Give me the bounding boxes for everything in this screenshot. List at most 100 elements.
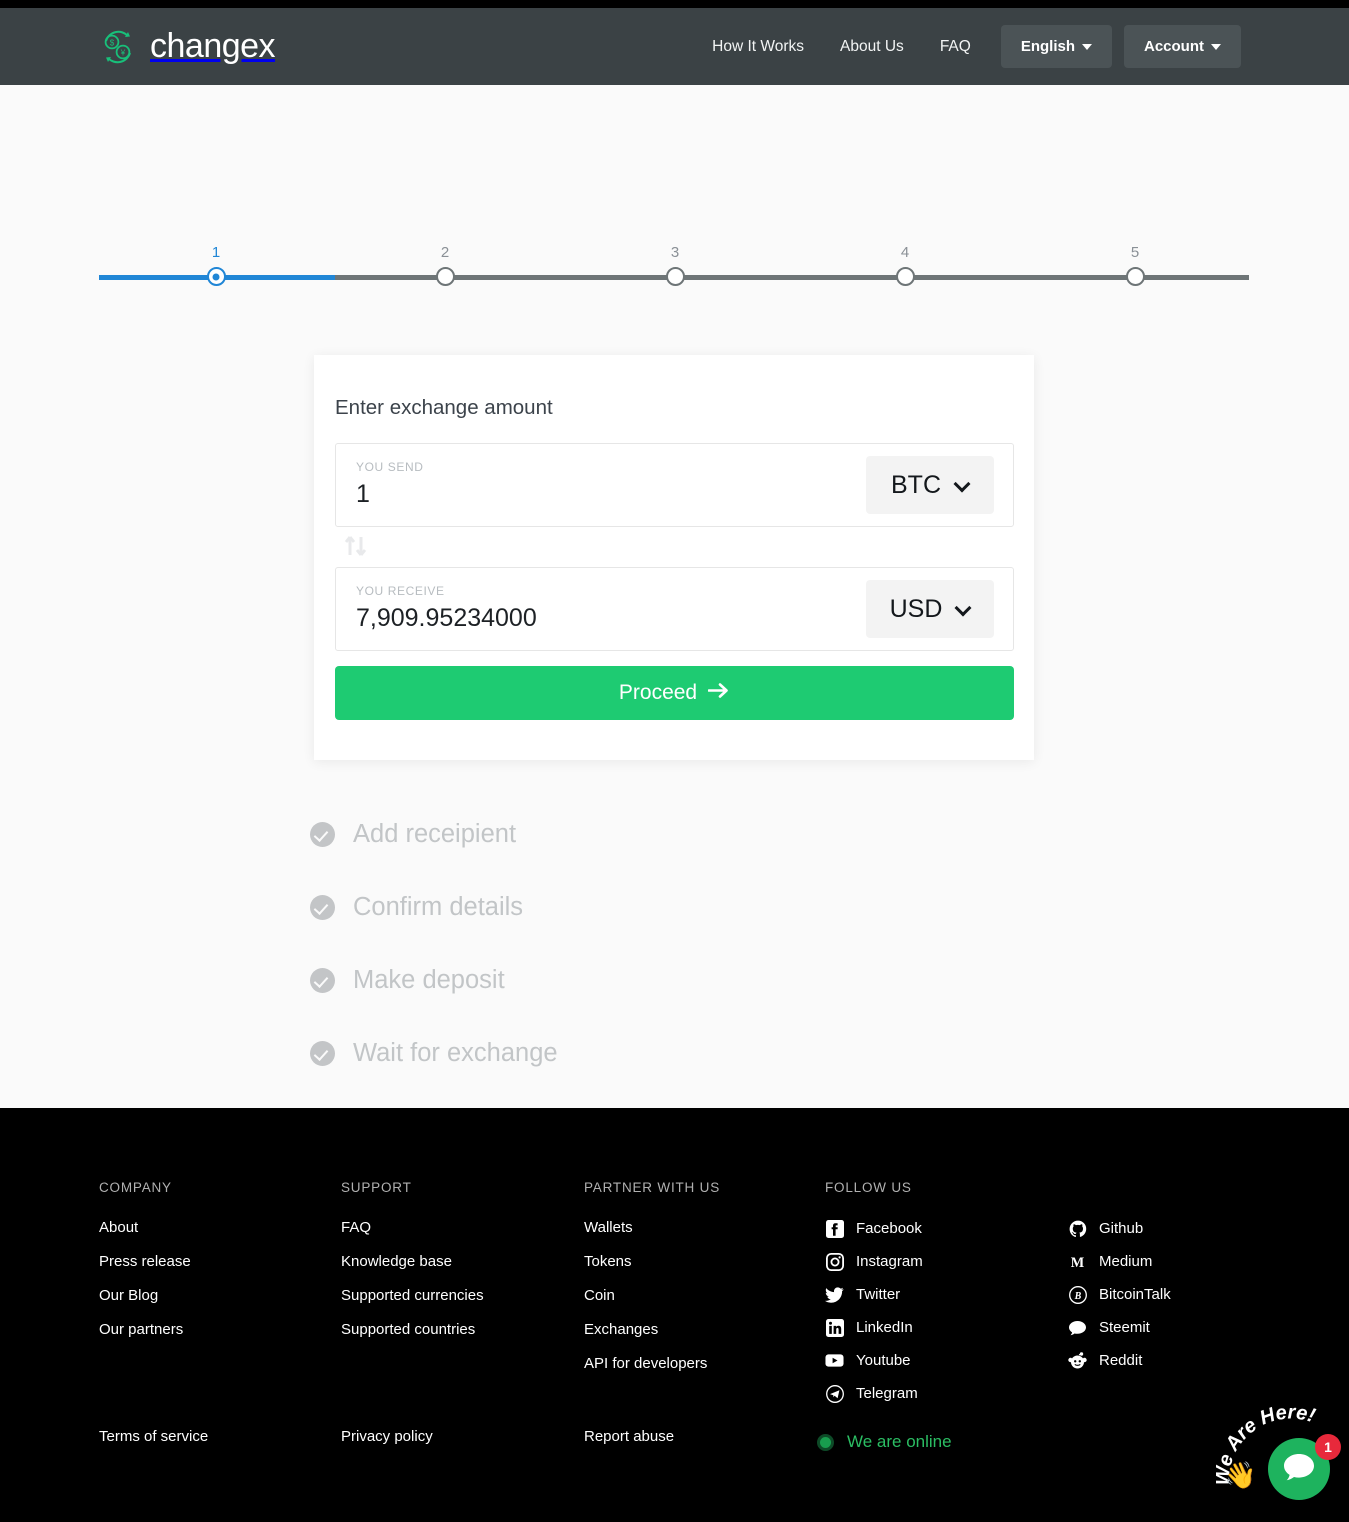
- footer-link-our-blog[interactable]: Our Blog: [99, 1287, 191, 1304]
- social-link-youtube[interactable]: Youtube: [825, 1351, 923, 1370]
- footer-link-supported-countries[interactable]: Supported countries: [341, 1321, 484, 1338]
- social-label: Instagram: [856, 1253, 923, 1270]
- footer-column-follow-us-secondary: Github M Medium B BitcoinTalk Steemit Re…: [1068, 1180, 1171, 1384]
- social-link-facebook[interactable]: Facebook: [825, 1219, 923, 1238]
- social-link-steemit[interactable]: Steemit: [1068, 1318, 1171, 1337]
- nav-link-faq[interactable]: FAQ: [922, 38, 989, 56]
- stepper-step-5-number: 5: [1130, 244, 1140, 261]
- footer-bottom-privacy: Privacy policy: [341, 1428, 433, 1462]
- account-menu-button[interactable]: Account: [1124, 25, 1241, 68]
- waving-hand-icon: 👋: [1224, 1460, 1257, 1490]
- stepper-step-2-number: 2: [440, 244, 450, 261]
- proceed-button[interactable]: Proceed: [335, 666, 1014, 720]
- caret-down-icon: [1082, 43, 1092, 50]
- receive-currency-code: USD: [889, 594, 943, 623]
- footer-link-faq[interactable]: FAQ: [341, 1219, 484, 1236]
- header-nav: How It Works About Us FAQ English Accoun…: [694, 25, 1241, 68]
- you-send-field[interactable]: YOU SEND 1 BTC: [335, 443, 1014, 527]
- social-link-linkedin[interactable]: LinkedIn: [825, 1318, 923, 1337]
- footer-link-supported-currencies[interactable]: Supported currencies: [341, 1287, 484, 1304]
- footer-link-wallets[interactable]: Wallets: [584, 1219, 720, 1236]
- stepper-step-4[interactable]: 4: [885, 245, 925, 286]
- exchange-card: Enter exchange amount YOU SEND 1 BTC YOU…: [314, 355, 1034, 760]
- stepper-step-1[interactable]: 1: [196, 245, 236, 286]
- speech-bubble-icon: [1068, 1318, 1087, 1337]
- stepper-step-5[interactable]: 5: [1115, 245, 1155, 286]
- language-selector-button[interactable]: English: [1000, 25, 1112, 68]
- you-send-input[interactable]: 1: [356, 480, 370, 509]
- svg-text:M: M: [1071, 1255, 1085, 1270]
- send-currency-select[interactable]: BTC: [866, 456, 994, 514]
- social-link-medium[interactable]: M Medium: [1068, 1252, 1171, 1271]
- brand-logo[interactable]: $ ¥ changex: [98, 27, 276, 67]
- footer-heading-company: COMPANY: [99, 1180, 172, 1195]
- bitcoin-icon: B: [1068, 1285, 1087, 1304]
- svg-text:B: B: [1073, 1291, 1081, 1302]
- pending-step-add-receipient: Add receipient: [310, 798, 558, 871]
- swap-vertical-icon[interactable]: [342, 535, 372, 557]
- reddit-icon: [1068, 1351, 1087, 1370]
- youtube-icon: [825, 1351, 844, 1370]
- footer-link-knowledge-base[interactable]: Knowledge base: [341, 1253, 484, 1270]
- svg-text:¥: ¥: [120, 48, 126, 57]
- svg-text:$: $: [110, 38, 115, 47]
- social-link-bitcointalk[interactable]: B BitcoinTalk: [1068, 1285, 1171, 1304]
- social-label: BitcoinTalk: [1099, 1286, 1171, 1303]
- footer-link-about[interactable]: About: [99, 1219, 191, 1236]
- caret-down-icon: [1211, 43, 1221, 50]
- social-link-twitter[interactable]: Twitter: [825, 1285, 923, 1304]
- send-currency-code: BTC: [891, 470, 941, 499]
- github-icon: [1068, 1219, 1087, 1238]
- pending-step-label: Confirm details: [353, 893, 524, 921]
- chat-bubble-icon: [1282, 1452, 1316, 1487]
- social-label: Telegram: [856, 1385, 918, 1402]
- chat-widget[interactable]: We Are Here! 👋 1: [1211, 1398, 1349, 1522]
- footer-link-report-abuse[interactable]: Report abuse: [584, 1428, 674, 1445]
- pending-steps-list: Add receipient Confirm details Make depo…: [310, 798, 558, 1090]
- page-root: $ ¥ changex How It Works About Us FAQ En…: [0, 0, 1349, 1522]
- you-receive-input[interactable]: 7,909.95234000: [356, 604, 537, 633]
- footer-column-partner: PARTNER WITH US Wallets Tokens Coin Exch…: [584, 1180, 720, 1389]
- exchange-coins-icon: $ ¥: [98, 27, 138, 67]
- brand-name: changex: [150, 27, 276, 65]
- footer-link-press-release[interactable]: Press release: [99, 1253, 191, 1270]
- check-circle-icon: [310, 968, 335, 993]
- footer-link-coin[interactable]: Coin: [584, 1287, 720, 1304]
- online-status[interactable]: We are online: [817, 1432, 952, 1452]
- stepper-dot: [665, 267, 685, 286]
- footer-link-exchanges[interactable]: Exchanges: [584, 1321, 720, 1338]
- footer-heading-support: SUPPORT: [341, 1180, 412, 1195]
- social-label: Youtube: [856, 1352, 911, 1369]
- proceed-button-label: Proceed: [618, 681, 698, 704]
- social-link-instagram[interactable]: Instagram: [825, 1252, 923, 1271]
- social-label: Steemit: [1099, 1319, 1150, 1336]
- nav-link-how-it-works[interactable]: How It Works: [694, 38, 822, 56]
- stepper-step-2[interactable]: 2: [425, 245, 465, 286]
- social-link-telegram[interactable]: Telegram: [825, 1384, 923, 1403]
- medium-icon: M: [1068, 1252, 1087, 1271]
- pending-step-make-deposit: Make deposit: [310, 944, 558, 1017]
- footer-heading-partner: PARTNER WITH US: [584, 1180, 721, 1195]
- footer-column-company: COMPANY About Press release Our Blog Our…: [99, 1180, 191, 1355]
- nav-link-about-us[interactable]: About Us: [822, 38, 922, 56]
- social-link-github[interactable]: Github: [1068, 1219, 1171, 1238]
- footer-link-terms-of-service[interactable]: Terms of service: [99, 1428, 208, 1445]
- footer-link-our-partners[interactable]: Our partners: [99, 1321, 191, 1338]
- social-label: Medium: [1099, 1253, 1153, 1270]
- linkedin-icon: [825, 1318, 844, 1337]
- account-menu-label: Account: [1144, 38, 1204, 55]
- footer-link-api-for-developers[interactable]: API for developers: [584, 1355, 720, 1372]
- stepper-step-3[interactable]: 3: [655, 245, 695, 286]
- footer-link-privacy-policy[interactable]: Privacy policy: [341, 1428, 433, 1445]
- main-content: 1 2 3 4 5 Enter exchange amount YOU SEND…: [0, 85, 1349, 1108]
- social-link-reddit[interactable]: Reddit: [1068, 1351, 1171, 1370]
- pending-step-label: Add receipient: [353, 820, 517, 848]
- stepper-step-1-number: 1: [211, 244, 221, 261]
- receive-currency-select[interactable]: USD: [866, 580, 994, 638]
- you-receive-field[interactable]: YOU RECEIVE 7,909.95234000 USD: [335, 567, 1014, 651]
- footer-link-tokens[interactable]: Tokens: [584, 1253, 720, 1270]
- you-receive-label: YOU RECEIVE: [356, 584, 445, 598]
- chevron-down-icon: [956, 602, 970, 616]
- stepper-step-3-number: 3: [670, 244, 680, 261]
- stepper-dot: [895, 267, 915, 286]
